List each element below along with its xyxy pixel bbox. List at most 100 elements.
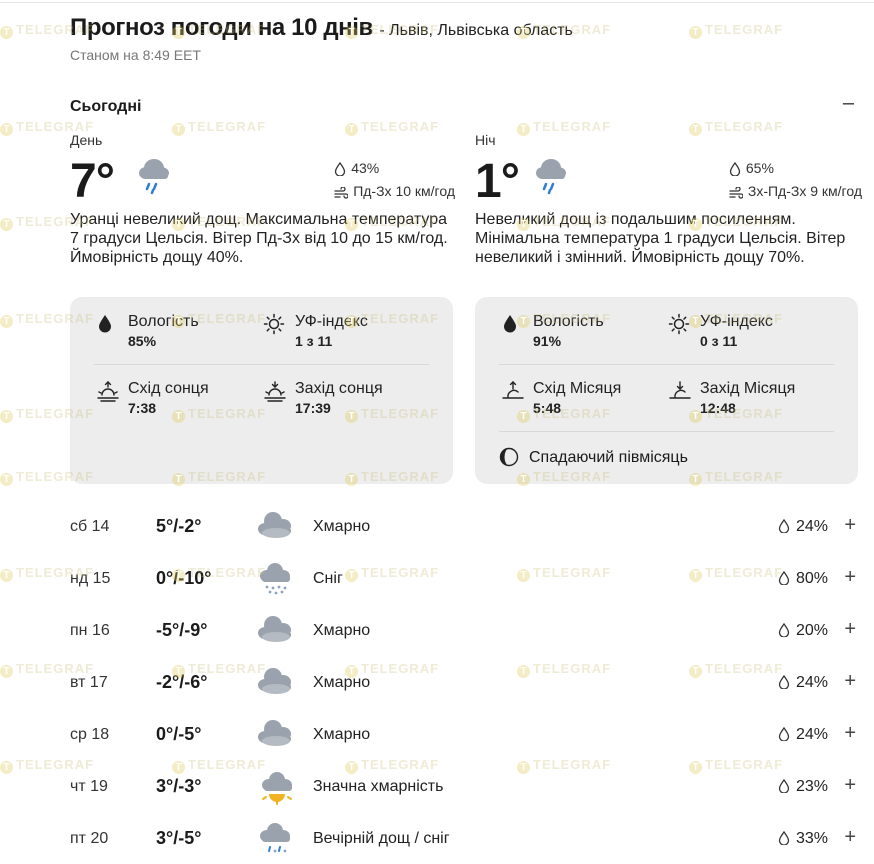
drop-icon [778, 778, 790, 794]
sunrise-value: 7:38 [128, 400, 157, 416]
forecast-condition: Хмарно [313, 674, 371, 691]
forecast-precip-value: 23% [795, 778, 828, 795]
night-wind: Зх-Пд-Зх 9 км/год [747, 183, 862, 199]
expand-day-button[interactable]: + [844, 670, 856, 693]
moonrise-detail: Схід Місяця 5:48 [502, 380, 622, 416]
waning-crescent-moon-icon [499, 447, 519, 467]
drop-icon [778, 518, 790, 534]
drop-icon [778, 570, 790, 586]
forecast-day: чт 19 [70, 778, 108, 795]
moonrise-value: 5:48 [533, 400, 562, 416]
wind-icon [334, 186, 349, 199]
sunset-label: Захід сонця [295, 380, 383, 397]
forecast-row[interactable]: ср 18 0°/-5° Хмарно 24% + [70, 708, 856, 760]
forecast-temps: 0°/-10° [156, 568, 212, 588]
cloudy-icon [256, 613, 298, 650]
night-humidity-value: 91% [533, 333, 562, 349]
expand-day-button[interactable]: + [844, 566, 856, 589]
forecast-condition: Хмарно [313, 622, 371, 639]
forecast-row[interactable]: нд 15 0°/-10° Сніг 80% + [70, 552, 856, 604]
day-label: День [70, 132, 103, 148]
sunrise-label: Схід сонця [128, 380, 209, 397]
sunset-value: 17:39 [295, 400, 331, 416]
card-divider [499, 431, 834, 432]
sunset-icon [264, 381, 286, 402]
night-label: Ніч [475, 132, 496, 148]
drop-icon [778, 674, 790, 690]
forecast-row[interactable]: пн 16 -5°/-9° Хмарно 20% + [70, 604, 856, 656]
day-humidity: 43% [351, 160, 380, 176]
night-details-card: Вологість 91% УФ-індекс 0 з 11 Схід Міся… [475, 297, 858, 484]
uv-sun-icon [668, 313, 690, 335]
forecast-precip-value: 80% [795, 570, 828, 587]
forecast-row[interactable]: пт 20 3°/-5° Вечірній дощ / сніг 33% + [70, 812, 856, 864]
day-uv-value: 1 з 11 [295, 333, 333, 349]
day-humidity-value: 85% [128, 333, 157, 349]
night-summary: Ніч 1° 65% Зх-Пд-Зх 9 км/год Невеликий д… [475, 132, 862, 282]
page-header: Прогноз погоди на 10 днів - Львів, Львів… [70, 14, 573, 42]
night-humidity-label: Вологість [533, 313, 604, 330]
drop-icon [778, 622, 790, 638]
forecast-precip: 24% [778, 518, 828, 536]
day-uv-detail: УФ-індекс 1 з 11 [263, 313, 368, 349]
expand-day-button[interactable]: + [844, 618, 856, 641]
expand-day-button[interactable]: + [844, 514, 856, 537]
moonset-detail: Захід Місяця 12:48 [669, 380, 796, 416]
moonrise-icon [502, 381, 524, 399]
expand-day-button[interactable]: + [844, 722, 856, 745]
forecast-row[interactable]: чт 19 3°/-3° Значна хмарність 23% + [70, 760, 856, 812]
rain-cloud-icon [536, 159, 566, 195]
night-uv-value: 0 з 11 [700, 333, 738, 349]
forecast-day: пт 20 [70, 830, 109, 847]
cloudy-icon [256, 509, 298, 546]
forecast-precip: 33% [778, 830, 828, 848]
forecast-temps: 0°/-5° [156, 724, 202, 744]
forecast-day: ср 18 [70, 726, 110, 743]
day-wind: Пд-Зх 10 км/год [353, 183, 455, 199]
day-uv-label: УФ-індекс [295, 313, 368, 330]
drop-icon [778, 726, 790, 742]
forecast-precip: 20% [778, 622, 828, 640]
cloudy-icon [256, 665, 298, 702]
forecast-temps: 5°/-2° [156, 516, 202, 536]
forecast-condition: Хмарно [313, 518, 371, 535]
day-humidity-label: Вологість [128, 313, 199, 330]
forecast-row[interactable]: сб 14 5°/-2° Хмарно 24% + [70, 500, 856, 552]
moonset-label: Захід Місяця [700, 380, 796, 397]
forecast-precip: 23% [778, 778, 828, 796]
collapse-button[interactable]: – [843, 92, 854, 115]
forecast-precip: 24% [778, 674, 828, 692]
forecast-row[interactable]: вт 17 -2°/-6° Хмарно 24% + [70, 656, 856, 708]
forecast-day: пн 16 [70, 622, 110, 639]
drop-icon [729, 161, 741, 177]
forecast-temps: 3°/-5° [156, 828, 202, 848]
forecast-list: сб 14 5°/-2° Хмарно 24% + нд 15 0°/-10° Сніг 80%… [70, 500, 856, 864]
forecast-precip: 80% [778, 570, 828, 588]
night-stats: 65% Зх-Пд-Зх 9 км/год [729, 160, 862, 206]
expand-day-button[interactable]: + [844, 774, 856, 797]
humidity-drop-icon [99, 315, 111, 333]
forecast-temps: 3°/-3° [156, 776, 202, 796]
day-stats: 43% Пд-Зх 10 км/год [334, 160, 455, 206]
night-temperature: 1° [475, 155, 520, 208]
moon-phase-label: Спадаючий півмісяць [529, 449, 688, 466]
rain-cloud-icon [139, 159, 169, 195]
day-temperature: 7° [70, 155, 115, 208]
moonrise-label: Схід Місяця [533, 380, 622, 397]
forecast-precip-value: 24% [795, 518, 828, 535]
card-divider [94, 364, 429, 365]
rain-snow-icon [256, 821, 298, 862]
uv-sun-icon [263, 313, 285, 335]
expand-day-button[interactable]: + [844, 826, 856, 849]
day-humidity-detail: Вологість 85% [99, 313, 199, 349]
night-uv-detail: УФ-індекс 0 з 11 [668, 313, 773, 349]
forecast-precip-value: 33% [795, 830, 828, 847]
night-description: Невеликий дощ із подальшим посиленням. М… [475, 211, 846, 266]
forecast-temps: -5°/-9° [156, 620, 208, 640]
forecast-temps: -2°/-6° [156, 672, 208, 692]
sunset-detail: Захід сонця 17:39 [264, 380, 383, 416]
forecast-day: сб 14 [70, 518, 110, 535]
forecast-precip: 24% [778, 726, 828, 744]
moonset-icon [669, 381, 691, 399]
forecast-condition: Значна хмарність [313, 778, 444, 795]
